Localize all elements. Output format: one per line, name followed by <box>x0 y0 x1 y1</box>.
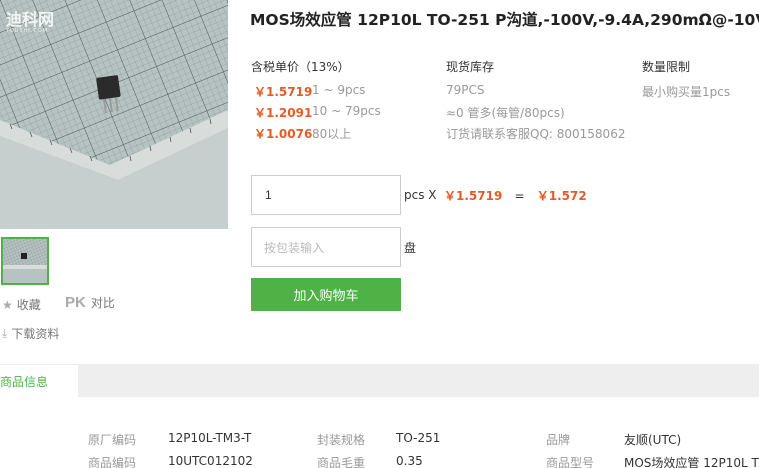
watermark-logo: 迪科网 YOUSHI.COM <box>6 10 55 34</box>
price-calculation: ￥1.5719 = ￥1.572 <box>444 187 587 204</box>
compare-link[interactable]: PK 对比 <box>65 294 115 311</box>
price-header: 含税单价（13%） <box>251 60 350 74</box>
thumbnail-1[interactable] <box>1 237 49 285</box>
download-link[interactable]: ⤓ 下载资料 <box>2 325 59 342</box>
price-tier-row: ￥1.5719 1 ~ 9pcs <box>250 83 365 100</box>
stock-contact: 订货请联系客服QQ: 800158062 <box>446 127 626 141</box>
quantity-unit: pcs X <box>404 188 437 202</box>
favorite-label: 收藏 <box>16 298 41 312</box>
tier-price: ￥1.0076 <box>254 127 313 141</box>
stock-header: 现货库存 <box>446 60 495 74</box>
package-unit: 盘 <box>404 241 417 255</box>
info-label: 品牌 <box>546 433 571 447</box>
tier-price: ￥1.5719 <box>254 85 313 99</box>
star-icon: ★ <box>2 297 13 312</box>
limit-header: 数量限制 <box>642 60 691 74</box>
download-label: 下载资料 <box>11 327 60 341</box>
quantity-input[interactable]: 1 <box>251 175 401 215</box>
info-value: 友顺(UTC) <box>624 433 682 447</box>
add-to-cart-button[interactable]: 加入购物车 <box>251 278 401 311</box>
package-input[interactable]: 按包装输入 <box>251 227 401 267</box>
price-tier-row: ￥1.2091 10 ~ 79pcs <box>250 104 381 121</box>
thumbnail-photo <box>3 239 47 283</box>
calc-unit-price: ￥1.5719 <box>444 189 503 203</box>
tier-range: 80以上 <box>312 127 352 141</box>
price-tier-row: ￥1.0076 80以上 <box>250 125 351 142</box>
min-purchase: 最小购买量1pcs <box>642 85 731 99</box>
product-photo <box>0 0 228 229</box>
info-label: 商品型号 <box>546 456 595 468</box>
tier-range: 10 ~ 79pcs <box>312 104 381 118</box>
stock-count: 79PCS <box>446 83 485 97</box>
info-value: 12P10L-TM3-T <box>168 431 252 445</box>
tab-product-info-label: 商品信息 <box>0 375 49 389</box>
calc-total: ￥1.572 <box>536 189 587 203</box>
info-value: 10UTC012102 <box>168 454 253 468</box>
info-label: 商品编码 <box>88 456 137 468</box>
download-icon: ⤓ <box>2 326 8 340</box>
tab-product-info[interactable]: 商品信息 <box>0 364 78 397</box>
favorite-link[interactable]: ★ 收藏 <box>2 296 41 313</box>
tier-range: 1 ~ 9pcs <box>312 83 366 97</box>
compare-label: 对比 <box>90 296 115 310</box>
product-main-image[interactable]: 迪科网 YOUSHI.COM <box>0 0 228 229</box>
info-label: 封装规格 <box>317 433 366 447</box>
pk-icon: PK <box>65 294 86 311</box>
tab-bar <box>0 364 759 397</box>
stock-tubes: ≈0 管多(每管/80pcs) <box>446 106 565 120</box>
info-value: 0.35 <box>396 454 423 468</box>
info-value: TO-251 <box>396 431 441 445</box>
package-placeholder: 按包装输入 <box>264 240 325 255</box>
info-value: MOS场效应管 12P10L TO <box>624 456 759 468</box>
info-label: 原厂编码 <box>88 433 137 447</box>
tier-price: ￥1.2091 <box>254 106 313 120</box>
product-title: MOS场效应管 12P10L TO-251 P沟道,-100V,-9.4A,29… <box>250 11 759 29</box>
info-label: 商品毛重 <box>317 456 366 468</box>
calc-equals: = <box>514 189 525 203</box>
quantity-value: 1 <box>265 188 272 202</box>
